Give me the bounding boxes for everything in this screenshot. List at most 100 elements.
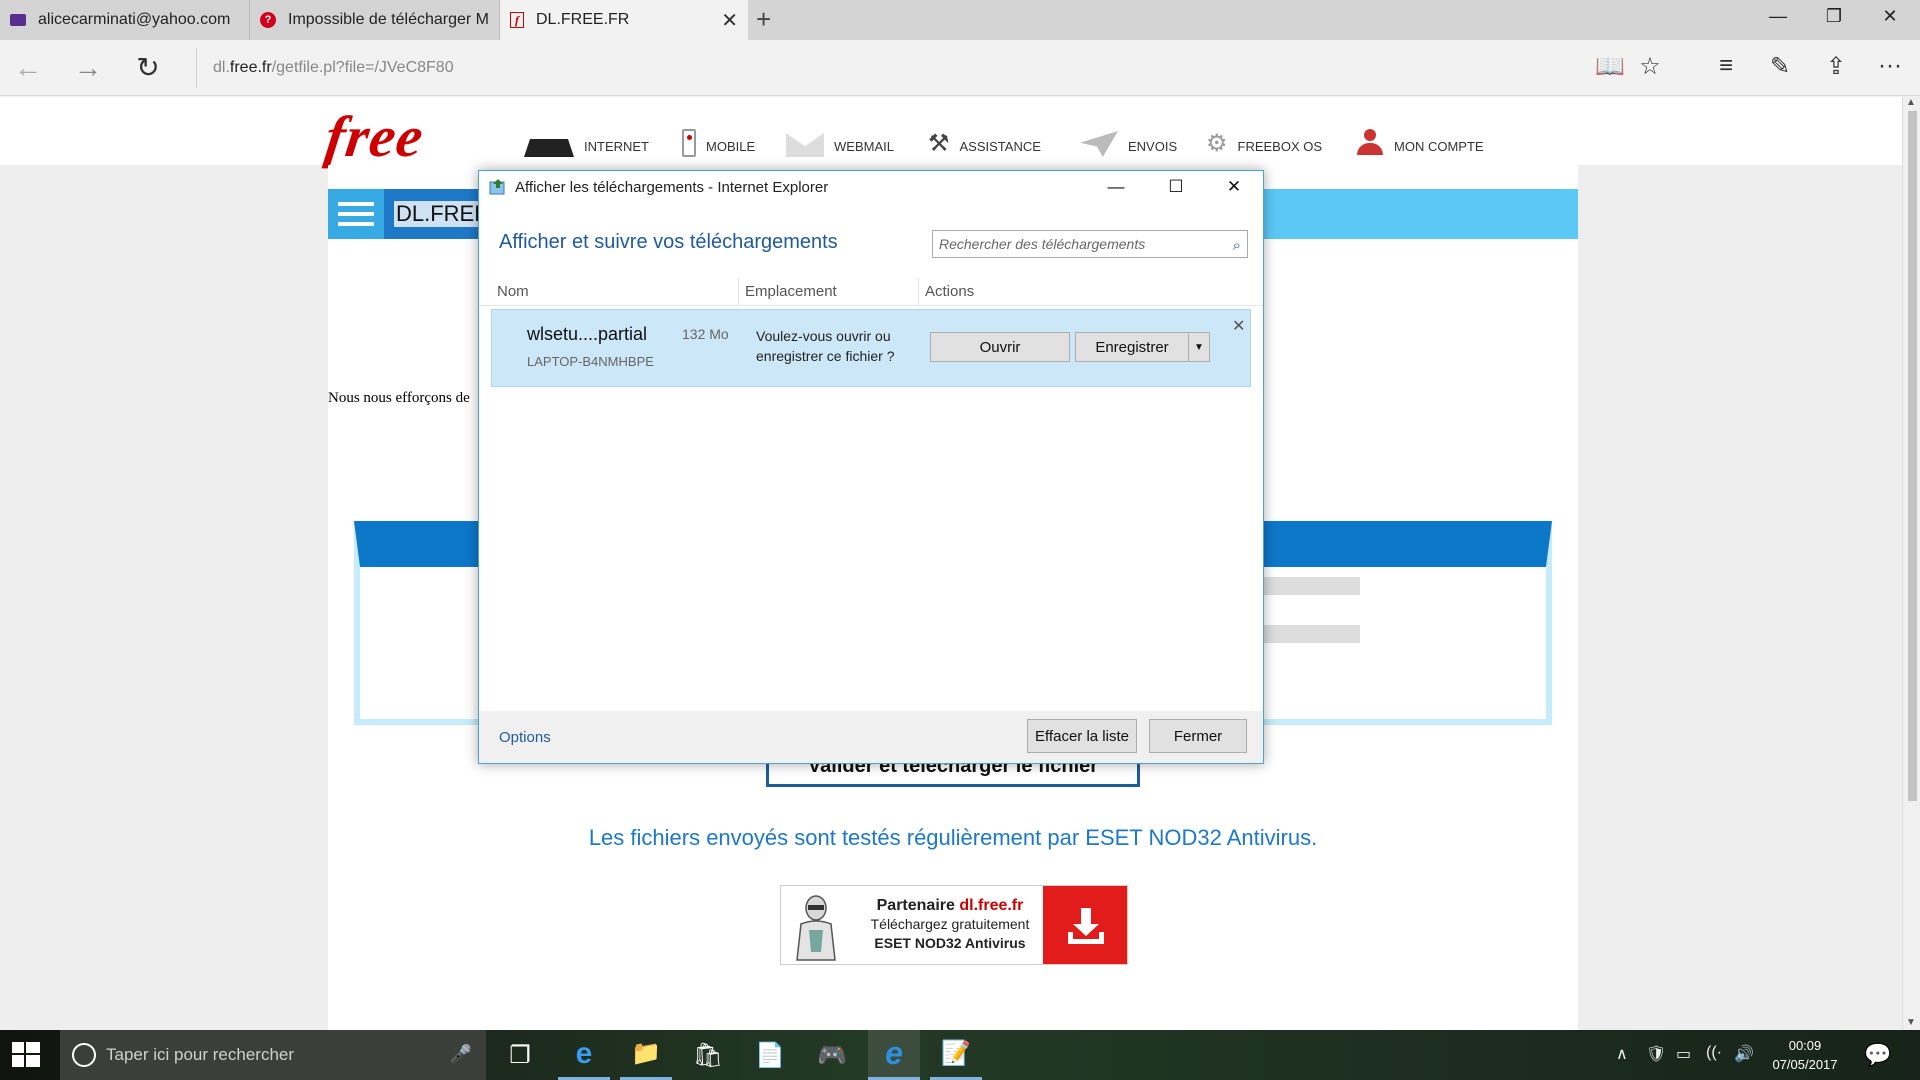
dl-title-text: DL.FREE [394, 201, 491, 227]
clock-date: 07/05/2017 [1772, 1057, 1838, 1072]
dialog-minimize-button[interactable]: — [1093, 173, 1139, 201]
column-location[interactable]: Emplacement [739, 278, 919, 306]
list-divider [479, 305, 1263, 306]
eset-partner-banner[interactable]: Partenaire dl.free.fr Téléchargez gratui… [780, 885, 1128, 965]
menu-label: FREEBOX OS [1237, 139, 1323, 154]
address-bar[interactable]: dl. free.fr/getfile.pl?file=/JVeC8F80 [196, 48, 1576, 88]
refresh-button[interactable]: ↻ [128, 50, 168, 86]
free-header: free INTERNET MOBILE WEBMAIL ⚒ ASSISTANC… [0, 97, 1902, 169]
free-favicon: f [510, 12, 524, 28]
mobile-icon [682, 129, 696, 157]
edge-icon[interactable]: e [558, 1030, 610, 1080]
scroll-up-icon[interactable]: ▲ [1906, 97, 1916, 108]
column-actions: Actions [925, 283, 975, 300]
open-button[interactable]: Ouvrir [930, 332, 1070, 362]
store-icon[interactable]: 🛍 [682, 1030, 734, 1080]
menu-label: WEBMAIL [834, 139, 894, 154]
volume-icon[interactable]: 🔊 [1734, 1044, 1754, 1064]
hub-icon[interactable]: ≡ [1706, 52, 1746, 80]
system-clock[interactable]: 00:09 07/05/2017 [1760, 1036, 1850, 1074]
reading-view-icon[interactable]: 📖 [1590, 52, 1630, 81]
navigation-bar: ← → ↻ dl. free.fr/getfile.pl?file=/JVeC8F… [0, 40, 1920, 96]
download-row[interactable]: wlsetu....partial 132 Mo LAPTOP-B4NMHBPE… [491, 309, 1251, 387]
back-button[interactable]: ← [8, 50, 48, 86]
menu-mobile[interactable]: MOBILE [682, 117, 755, 157]
menu-assistance[interactable]: ⚒ ASSISTANCE [928, 117, 1041, 157]
scroll-down-icon[interactable]: ▼ [1906, 1017, 1916, 1028]
game-icon[interactable]: 🎮 [806, 1030, 858, 1080]
document-icon[interactable]: 📄 [744, 1030, 796, 1080]
internet-explorer-icon[interactable]: e [868, 1030, 920, 1080]
intro-text: Nous nous efforçons de [328, 390, 470, 406]
restore-window-button[interactable]: ❐ [1814, 6, 1854, 27]
battery-icon[interactable]: ▭ [1676, 1044, 1691, 1064]
paper-plane-icon [1080, 131, 1118, 157]
save-button[interactable]: Enregistrer [1075, 332, 1189, 362]
minimize-window-button[interactable]: — [1758, 6, 1798, 27]
tab-title: Impossible de télécharger M [288, 11, 488, 28]
tab-title: alicecarminati@yahoo.com [38, 11, 231, 28]
taskbar-search-input[interactable]: Taper ici pour rechercher 🎤 [60, 1030, 486, 1080]
menu-envois[interactable]: ENVOIS [1080, 117, 1177, 157]
menu-label: MOBILE [706, 139, 756, 154]
menu-webmail[interactable]: WEBMAIL [786, 117, 894, 157]
menu-mon-compte[interactable]: MON COMPTE [1356, 117, 1484, 157]
dialog-close-button[interactable]: ✕ [1211, 173, 1257, 201]
menu-internet[interactable]: INTERNET [524, 117, 649, 157]
freebox-icon [524, 139, 574, 157]
windows-start-icon[interactable] [12, 1042, 40, 1068]
tab-dl-free[interactable]: f DL.FREE.FR ✕ [500, 0, 748, 40]
partner-brand: dl.free.fr [959, 897, 1024, 914]
tab-yahoo-mail[interactable]: alicecarminati@yahoo.com [0, 0, 250, 40]
free-logo[interactable]: free [321, 103, 428, 170]
show-hidden-icons-chevron-icon[interactable]: ∧ [1616, 1044, 1628, 1064]
dismiss-download-icon[interactable]: ✕ [1232, 316, 1245, 336]
wifi-icon[interactable]: ((· [1706, 1044, 1722, 1062]
download-manager-icon [489, 179, 505, 195]
mail-icon [10, 14, 26, 26]
eset-robot-icon [796, 895, 836, 961]
web-note-icon[interactable]: ✎ [1760, 52, 1800, 81]
page-scrollbar[interactable]: ▲ ▼ [1902, 97, 1920, 1030]
envelope-icon [786, 133, 824, 157]
save-options-chevron-icon[interactable]: ▼ [1188, 332, 1210, 362]
clear-list-button[interactable]: Effacer la liste [1027, 719, 1137, 753]
hamburger-menu-icon[interactable] [328, 189, 384, 239]
share-icon[interactable]: ⇪ [1816, 52, 1856, 81]
download-question: Voulez-vous ouvrir ou enregistrer ce fic… [756, 328, 895, 364]
task-view-icon[interactable]: ❐ [494, 1030, 546, 1080]
dialog-title: Afficher les téléchargements - Internet … [515, 178, 829, 196]
favorite-star-icon[interactable]: ☆ [1630, 52, 1670, 81]
search-placeholder: Rechercher des téléchargements [939, 236, 1146, 252]
action-center-icon[interactable]: 💬 [1864, 1042, 1891, 1068]
notepad-icon[interactable]: 📝 [930, 1030, 982, 1080]
close-button[interactable]: Fermer [1149, 719, 1247, 753]
search-icon[interactable]: ⌕ [1233, 233, 1241, 259]
dialog-maximize-button[interactable]: ☐ [1153, 173, 1199, 201]
dialog-titlebar[interactable]: Afficher les téléchargements - Internet … [479, 171, 1263, 203]
security-shield-icon[interactable]: 🛡 [1646, 1044, 1666, 1064]
file-explorer-icon[interactable]: 📁 [620, 1030, 672, 1080]
gear-icon: ⚙ [1206, 130, 1228, 157]
close-tab-icon[interactable]: ✕ [721, 8, 738, 33]
download-manager-dialog: Afficher les téléchargements - Internet … [478, 170, 1264, 764]
dialog-heading: Afficher et suivre vos téléchargements [499, 231, 838, 253]
help-icon: ? [260, 12, 276, 28]
forward-button[interactable]: → [68, 50, 108, 86]
options-link[interactable]: Options [499, 729, 551, 746]
close-window-button[interactable]: ✕ [1870, 6, 1910, 27]
dialog-footer: Options Effacer la liste Fermer [479, 711, 1263, 763]
menu-freebox-os[interactable]: ⚙ FREEBOX OS [1206, 117, 1322, 157]
download-search-input[interactable]: Rechercher des téléchargements ⌕ [932, 230, 1248, 258]
address-path: /getfile.pl?file=/JVeC8F80 [271, 59, 454, 76]
microphone-icon[interactable]: 🎤 [450, 1044, 472, 1065]
download-arrow-icon[interactable] [1043, 886, 1127, 964]
scroll-thumb[interactable] [1908, 111, 1917, 801]
more-icon[interactable]: ··· [1870, 52, 1910, 80]
tools-icon: ⚒ [928, 130, 950, 157]
partner-line2: Téléchargez gratuitement [870, 916, 1030, 932]
column-name[interactable]: Nom [491, 278, 739, 306]
tab-impossible-telecharger[interactable]: ? Impossible de télécharger M [250, 0, 500, 40]
new-tab-button[interactable]: + [756, 4, 771, 35]
tab-title: DL.FREE.FR [536, 11, 630, 28]
